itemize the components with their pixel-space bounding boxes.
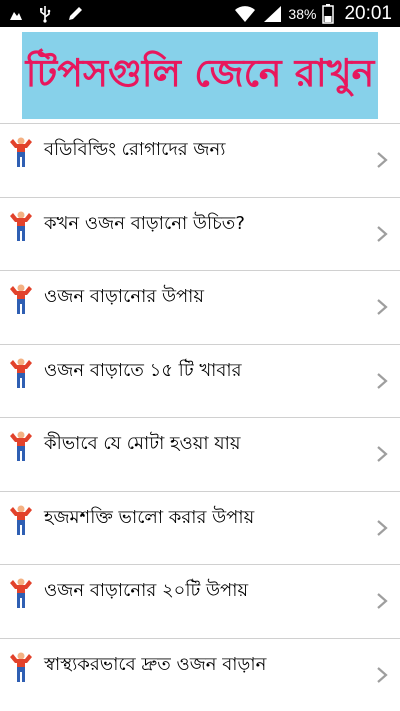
clock: 20:01: [344, 2, 392, 24]
edit-icon: [66, 5, 84, 23]
list-item[interactable]: স্বাস্থ্যকরভাবে দ্রুত ওজন বাড়ান: [0, 637, 400, 711]
strongman-icon: [8, 430, 34, 462]
battery-percent: 38%: [288, 5, 317, 22]
strongman-icon: [8, 651, 34, 683]
list-item[interactable]: বডিবিল্ডিং রোগাদের জন্য: [0, 123, 400, 197]
chevron-right-icon: [376, 666, 388, 684]
chevron-right-icon: [376, 519, 388, 537]
notification-icon: [8, 6, 24, 22]
strongman-icon: [8, 283, 34, 315]
strongman-icon: [8, 136, 34, 168]
list-item[interactable]: কখন ওজন বাড়ানো উচিত?: [0, 196, 400, 271]
wifi-icon: [234, 5, 256, 23]
list-item-label: ওজন বাড়ানোর উপায়: [44, 286, 205, 307]
list-item-label: স্বাস্থ্যকরভাবে দ্রুত ওজন বাড়ান: [44, 653, 267, 675]
list-item[interactable]: ওজন বাড়াতে ১৫ টি খাবার: [0, 343, 400, 418]
chevron-right-icon: [376, 445, 388, 463]
usb-icon: [38, 5, 52, 23]
status-bar: 38% 20:01: [0, 0, 400, 27]
list-item-label: বডিবিল্ডিং রোগাদের জন্য: [44, 139, 226, 160]
strongman-icon: [8, 577, 34, 609]
list-item-label: কখন ওজন বাড়ানো উচিত?: [44, 212, 245, 234]
list-item[interactable]: ওজন বাড়ানোর উপায়: [0, 270, 400, 344]
strongman-icon: [8, 210, 34, 242]
tips-list: বডিবিল্ডিং রোগাদের জন্য কখন ওজন বাড়ানো …: [0, 123, 400, 711]
banner: টিপসগুলি জেনে রাখুন: [22, 32, 378, 119]
list-item[interactable]: ওজন বাড়ানোর ২০টি উপায়: [0, 564, 400, 638]
list-item-label: ওজন বাড়াতে ১৫ টি খাবার: [44, 359, 242, 381]
list-item[interactable]: কীভাবে যে মোটা হওয়া যায়: [0, 417, 400, 491]
list-item[interactable]: হজমশক্তি ভালো করার উপায়: [0, 490, 400, 565]
list-item-label: কীভাবে যে মোটা হওয়া যায়: [44, 433, 241, 454]
strongman-icon: [8, 504, 34, 536]
strongman-icon: [8, 357, 34, 389]
banner-title: টিপসগুলি জেনে রাখুন: [25, 50, 375, 95]
signal-icon: [262, 5, 282, 23]
list-item-label: হজমশক্তি ভালো করার উপায়: [44, 506, 255, 528]
list-item-label: ওজন বাড়ানোর ২০টি উপায়: [44, 580, 249, 601]
chevron-right-icon: [376, 225, 388, 243]
chevron-right-icon: [376, 372, 388, 390]
battery-icon: [322, 3, 335, 24]
chevron-right-icon: [376, 298, 388, 316]
banner-area: টিপসগুলি জেনে রাখুন: [0, 27, 400, 122]
chevron-right-icon: [376, 151, 388, 169]
chevron-right-icon: [376, 592, 388, 610]
